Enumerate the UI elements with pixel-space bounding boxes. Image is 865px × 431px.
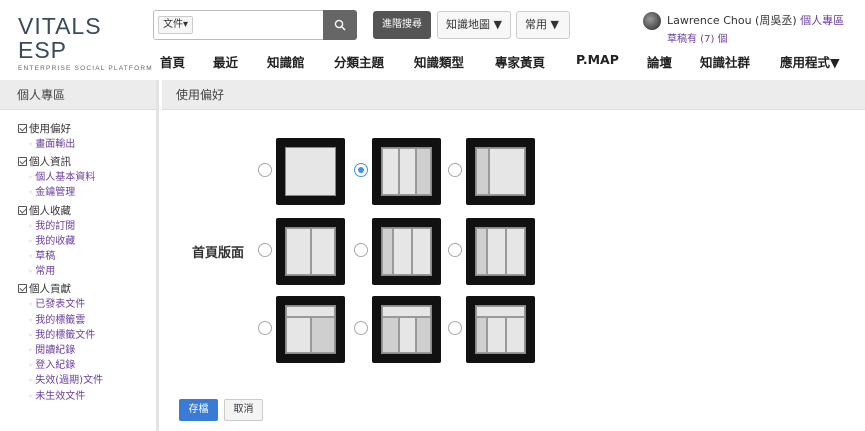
layout-preview-half-half (285, 227, 336, 276)
common-dropdown[interactable]: 常用 ▼ (516, 11, 570, 39)
sidebar-group-preferences: 使用偏好 畫面輸出 (18, 122, 156, 152)
sidebar-group-title: 使用偏好 (18, 122, 156, 137)
drafts-link[interactable]: 草稿有 (7) 個 (667, 30, 728, 45)
checkbox-icon (18, 205, 27, 215)
search-scope-select[interactable]: 文件▾ (158, 16, 194, 34)
layout-radio[interactable] (258, 243, 272, 257)
layout-thumbnail[interactable] (466, 296, 535, 363)
layout-preview-single (285, 147, 336, 196)
checkbox-icon (18, 157, 27, 167)
layout-thumbnail[interactable] (372, 138, 441, 205)
nav-item-types[interactable]: 知識類型 (414, 52, 464, 71)
search-input[interactable] (202, 15, 320, 35)
header: VITALS ESP ENTERPRISE SOCIAL PLATFORM 文件… (0, 0, 865, 78)
layout-radio[interactable] (354, 321, 368, 335)
layout-radio[interactable] (448, 243, 462, 257)
main-nav: 首頁 最近 知識館 分類主題 知識類型 專家黃頁 P.MAP 論壇 知識社群 應… (150, 52, 865, 72)
layout-preview-top-banner-two-col (381, 305, 432, 354)
sidebar-item-pending-docs[interactable]: 未生效文件 (18, 389, 156, 404)
layout-option-1[interactable] (258, 138, 348, 208)
layout-radio[interactable] (258, 163, 272, 177)
layout-thumbnail[interactable] (276, 138, 345, 205)
main-panel: 使用偏好 首頁版面 存檔 取消 (162, 80, 865, 431)
layout-option-8[interactable] (354, 296, 444, 366)
layout-option-7[interactable] (258, 296, 348, 366)
layout-preview-top-banner-split (475, 305, 526, 354)
layout-preview-top-banner (285, 305, 336, 354)
logo[interactable]: VITALS ESP ENTERPRISE SOCIAL PLATFORM (18, 13, 153, 72)
nav-item-apps[interactable]: 應用程式▼ (780, 52, 840, 71)
advanced-search-button[interactable]: 進階搜尋 (373, 11, 431, 39)
nav-item-recent[interactable]: 最近 (213, 52, 238, 71)
logo-text: VITALS ESP (18, 13, 102, 63)
sidebar-group-contributions: 個人貢獻 已發表文件 我的標籤雲 我的標籤文件 閱讀紀錄 登入紀錄 失效(過期)… (18, 282, 156, 403)
layout-radio-selected[interactable] (354, 163, 368, 177)
sidebar-item-tagged-docs[interactable]: 我的標籤文件 (18, 328, 156, 343)
sidebar-item-read-history[interactable]: 閱讀紀錄 (18, 343, 156, 358)
sidebar-item-login-history[interactable]: 登入紀錄 (18, 358, 156, 373)
layout-option-5[interactable] (354, 218, 444, 288)
nav-item-experts[interactable]: 專家黃頁 (495, 52, 545, 71)
layout-radio[interactable] (448, 321, 462, 335)
sidebar-group-collections: 個人收藏 我的訂閱 我的收藏 草稿 常用 (18, 204, 156, 280)
layout-thumbnail[interactable] (466, 218, 535, 285)
save-button[interactable]: 存檔 (179, 399, 218, 421)
sidebar-item-display-output[interactable]: 畫面輸出 (18, 137, 156, 152)
layout-option-9[interactable] (448, 296, 538, 366)
layout-radio[interactable] (354, 243, 368, 257)
sidebar-group-title: 個人資訊 (18, 155, 156, 170)
knowledge-map-dropdown[interactable]: 知識地圖 ▼ (437, 11, 511, 39)
avatar[interactable] (643, 12, 661, 30)
sidebar-item-drafts[interactable]: 草稿 (18, 249, 156, 264)
search-button[interactable] (323, 10, 357, 40)
layout-option-6[interactable] (448, 218, 538, 288)
page-title: 使用偏好 (162, 80, 865, 110)
layout-thumbnail[interactable] (372, 296, 441, 363)
user-info: Lawrence Chou (周吳丞) 個人專區 (667, 12, 844, 28)
sidebar-item-common[interactable]: 常用 (18, 264, 156, 279)
layout-thumbnail[interactable] (276, 218, 345, 285)
layout-preview-right-wide (475, 147, 526, 196)
sidebar-group-personal-info: 個人資訊 個人基本資料 金鑰管理 (18, 155, 156, 200)
nav-item-topics[interactable]: 分類主題 (334, 52, 384, 71)
layout-option-2[interactable] (354, 138, 444, 208)
layout-thumbnail[interactable] (466, 138, 535, 205)
layout-option-4[interactable] (258, 218, 348, 288)
sidebar-item-expired-docs[interactable]: 失效(過期)文件 (18, 373, 156, 388)
nav-item-community[interactable]: 知識社群 (700, 52, 750, 71)
search-icon (334, 19, 346, 31)
nav-item-pmap[interactable]: P.MAP (576, 52, 619, 67)
layout-radio[interactable] (448, 163, 462, 177)
sidebar-item-profile[interactable]: 個人基本資料 (18, 170, 156, 185)
sidebar-item-subscriptions[interactable]: 我的訂閱 (18, 219, 156, 234)
checkbox-icon (18, 284, 27, 294)
sidebar-item-published[interactable]: 已發表文件 (18, 297, 156, 312)
checkbox-icon (18, 124, 27, 133)
sidebar-menu: 使用偏好 畫面輸出 個人資訊 個人基本資料 金鑰管理 個人收藏 我的訂閱 我的收… (0, 110, 156, 404)
sidebar-group-title: 個人貢獻 (18, 282, 156, 297)
nav-item-home[interactable]: 首頁 (160, 52, 185, 71)
sidebar-item-key-management[interactable]: 金鑰管理 (18, 185, 156, 200)
layout-preview-sidebar-two-col (475, 227, 526, 276)
logo-tagline: ENTERPRISE SOCIAL PLATFORM (18, 65, 153, 72)
personal-area-link[interactable]: 個人專區 (800, 14, 844, 27)
layout-preview-three-col (381, 227, 432, 276)
layout-radio[interactable] (258, 321, 272, 335)
layout-preview-two-col (381, 147, 432, 196)
nav-item-library[interactable]: 知識館 (267, 52, 305, 71)
sidebar-group-title: 個人收藏 (18, 204, 156, 219)
layout-thumbnail[interactable] (372, 218, 441, 285)
sidebar: 個人專區 使用偏好 畫面輸出 個人資訊 個人基本資料 金鑰管理 個人收藏 我的訂… (0, 80, 159, 431)
sidebar-item-favorites[interactable]: 我的收藏 (18, 234, 156, 249)
sidebar-title: 個人專區 (0, 80, 156, 110)
layout-thumbnail[interactable] (276, 296, 345, 363)
sidebar-item-tag-cloud[interactable]: 我的標籤雲 (18, 313, 156, 328)
layout-option-3[interactable] (448, 138, 538, 208)
cancel-button[interactable]: 取消 (224, 399, 263, 421)
layout-label: 首頁版面 (192, 246, 245, 261)
nav-item-forum[interactable]: 論壇 (647, 52, 672, 71)
user-name: Lawrence Chou (周吳丞) (667, 14, 797, 27)
